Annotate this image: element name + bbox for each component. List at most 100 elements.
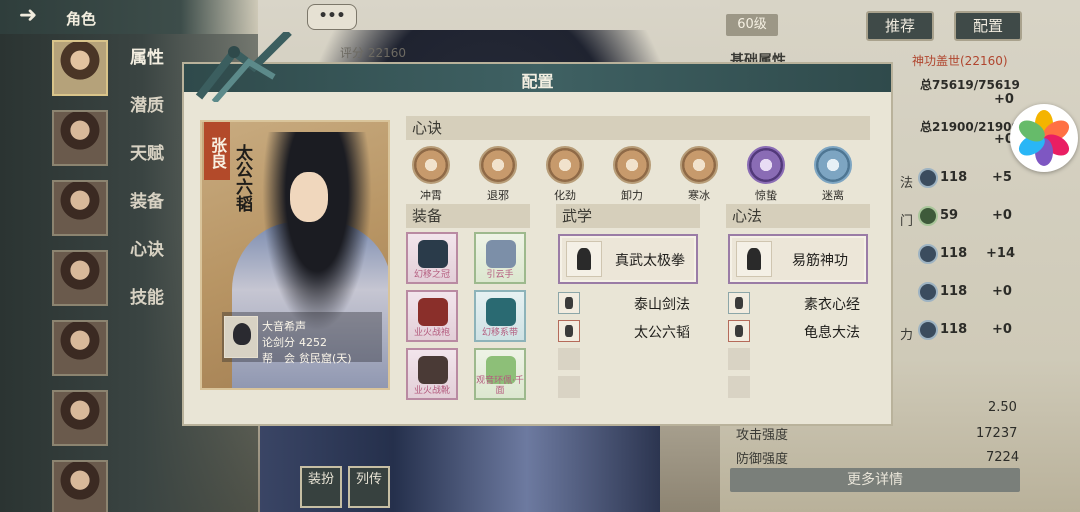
gauntlet-icon: [486, 240, 516, 268]
martial-sub-row[interactable]: 太公六韬: [558, 320, 698, 342]
stat-name: 法: [900, 176, 914, 191]
heart-sub-icon: [728, 320, 750, 342]
equipment-section-header: 装备: [406, 204, 530, 228]
martial-main-slot[interactable]: 真武太极拳: [558, 234, 698, 284]
portrait-hair: [262, 132, 372, 332]
empty-slot[interactable]: [728, 376, 750, 398]
defense-label: 防御强度: [736, 452, 789, 467]
stat-value: 118: [940, 284, 968, 299]
heart-main-slot[interactable]: 易筋神功: [728, 234, 868, 284]
portrait-face: [290, 172, 328, 222]
character-avatar[interactable]: [52, 250, 108, 306]
player-guild: 帮 会贫民窟(天): [262, 350, 352, 366]
character-avatar[interactable]: [52, 460, 108, 512]
recommend-button[interactable]: 推荐: [866, 11, 934, 41]
heart-method-section-header: 心法: [726, 204, 870, 228]
biography-button[interactable]: 列传: [348, 466, 390, 508]
character-avatar-selected[interactable]: [52, 40, 108, 96]
equipment-slot[interactable]: 幻移之冠: [406, 232, 458, 284]
equipment-slot[interactable]: 引云手: [474, 232, 526, 284]
equipment-slot[interactable]: 观音环佩·千面: [474, 348, 526, 400]
heart-sub-icon: [728, 292, 750, 314]
empty-slot[interactable]: [728, 348, 750, 370]
menu-item-xinjue[interactable]: 心诀: [130, 239, 164, 287]
heart-sub-row[interactable]: 龟息大法: [728, 320, 868, 342]
heart-sub-name: 素衣心经: [804, 297, 860, 313]
crown-icon: [418, 240, 448, 268]
character-avatar[interactable]: [52, 180, 108, 236]
stat-value: 59: [940, 208, 959, 223]
empty-slot[interactable]: [558, 348, 580, 370]
outfit-button[interactable]: 装扮: [300, 466, 342, 508]
player-score: 论剑分 4252: [262, 334, 327, 350]
xinjue-label: 寒冰: [688, 189, 710, 202]
martial-art-icon: [566, 241, 602, 277]
equipment-name: 业火战袍: [413, 328, 450, 338]
floating-gallery-icon[interactable]: [1010, 104, 1078, 172]
xinjue-label: 退邪: [487, 189, 509, 202]
more-details-button[interactable]: 更多详情: [730, 468, 1020, 492]
xinjue-item[interactable]: 卸力: [609, 146, 655, 203]
side-menu: 属性 潜质 天赋 装备 心诀 技能: [130, 47, 164, 335]
top-bar: ➜ 角色: [0, 0, 258, 34]
page-title: 角色: [66, 10, 97, 28]
player-avatar: [224, 316, 258, 358]
xinjue-item[interactable]: 迷离: [810, 146, 856, 203]
hp-total: 总75619/75619: [920, 78, 1020, 92]
character-title: 太公六韬: [232, 144, 252, 212]
chat-bubble-button[interactable]: •••: [307, 4, 357, 30]
equipment-slot[interactable]: 业火战袍: [406, 290, 458, 342]
martial-sub-row[interactable]: 泰山剑法: [558, 292, 698, 314]
equipment-slot[interactable]: 业火战靴: [406, 348, 458, 400]
stat-icon: [918, 206, 938, 226]
empty-slot[interactable]: [558, 376, 580, 398]
martial-sub-name: 太公六韬: [634, 325, 690, 341]
back-arrow-icon[interactable]: ➜: [8, 5, 48, 29]
menu-item-potential[interactable]: 潜质: [130, 95, 164, 143]
player-score-label: 论剑分: [262, 336, 295, 349]
equipment-name: 观音环佩·千面: [476, 376, 524, 396]
xinjue-orb-icon: [479, 146, 517, 184]
config-button[interactable]: 配置: [954, 11, 1022, 41]
martial-section-header: 武学: [556, 204, 700, 228]
xinjue-label: 化劲: [554, 189, 576, 202]
equipment-name: 幻移系带: [481, 328, 518, 338]
stat-bonus: +0: [992, 284, 1012, 299]
level-badge: 60级: [726, 14, 778, 36]
xinjue-orb-icon: [546, 146, 584, 184]
attack-value: 17237: [976, 426, 1018, 441]
equipment-name: 引云手: [486, 270, 514, 280]
belt-icon: [486, 298, 516, 326]
equipment-name: 业火战靴: [413, 386, 450, 396]
xinjue-item[interactable]: 寒冰: [676, 146, 722, 203]
character-avatar[interactable]: [52, 390, 108, 446]
xinjue-orb-icon: [747, 146, 785, 184]
martial-sub-name: 泰山剑法: [634, 297, 690, 313]
stat-bonus: +5: [992, 170, 1012, 185]
heart-sub-row[interactable]: 素衣心经: [728, 292, 868, 314]
heart-sub-name: 龟息大法: [804, 325, 860, 341]
xinjue-item[interactable]: 冲霄: [408, 146, 454, 203]
character-avatar[interactable]: [52, 320, 108, 376]
character-avatar-list: [52, 40, 110, 512]
martial-sub-icon: [558, 292, 580, 314]
stat-bonus: +0: [992, 208, 1012, 223]
menu-item-attributes[interactable]: 属性: [130, 47, 164, 95]
xinjue-orb-icon: [412, 146, 450, 184]
menu-item-equipment[interactable]: 装备: [130, 191, 164, 239]
character-avatar[interactable]: [52, 110, 108, 166]
xinjue-item[interactable]: 退邪: [475, 146, 521, 203]
xinjue-orb-icon: [613, 146, 651, 184]
menu-item-talent[interactable]: 天赋: [130, 143, 164, 191]
player-score-value: 4252: [299, 336, 327, 349]
xinjue-section-header: 心诀: [406, 116, 870, 140]
equipment-slot[interactable]: 幻移系带: [474, 290, 526, 342]
stat-value: 118: [940, 322, 968, 337]
xinjue-item[interactable]: 惊蛰: [743, 146, 789, 203]
xinjue-item[interactable]: 化劲: [542, 146, 588, 203]
menu-item-skills[interactable]: 技能: [130, 287, 164, 335]
martial-main-name: 真武太极拳: [615, 253, 685, 269]
stat-value: 118: [940, 246, 968, 261]
background-score-label: 评分 22160: [340, 46, 406, 60]
player-guild-value: 贫民窟(天): [299, 352, 352, 365]
